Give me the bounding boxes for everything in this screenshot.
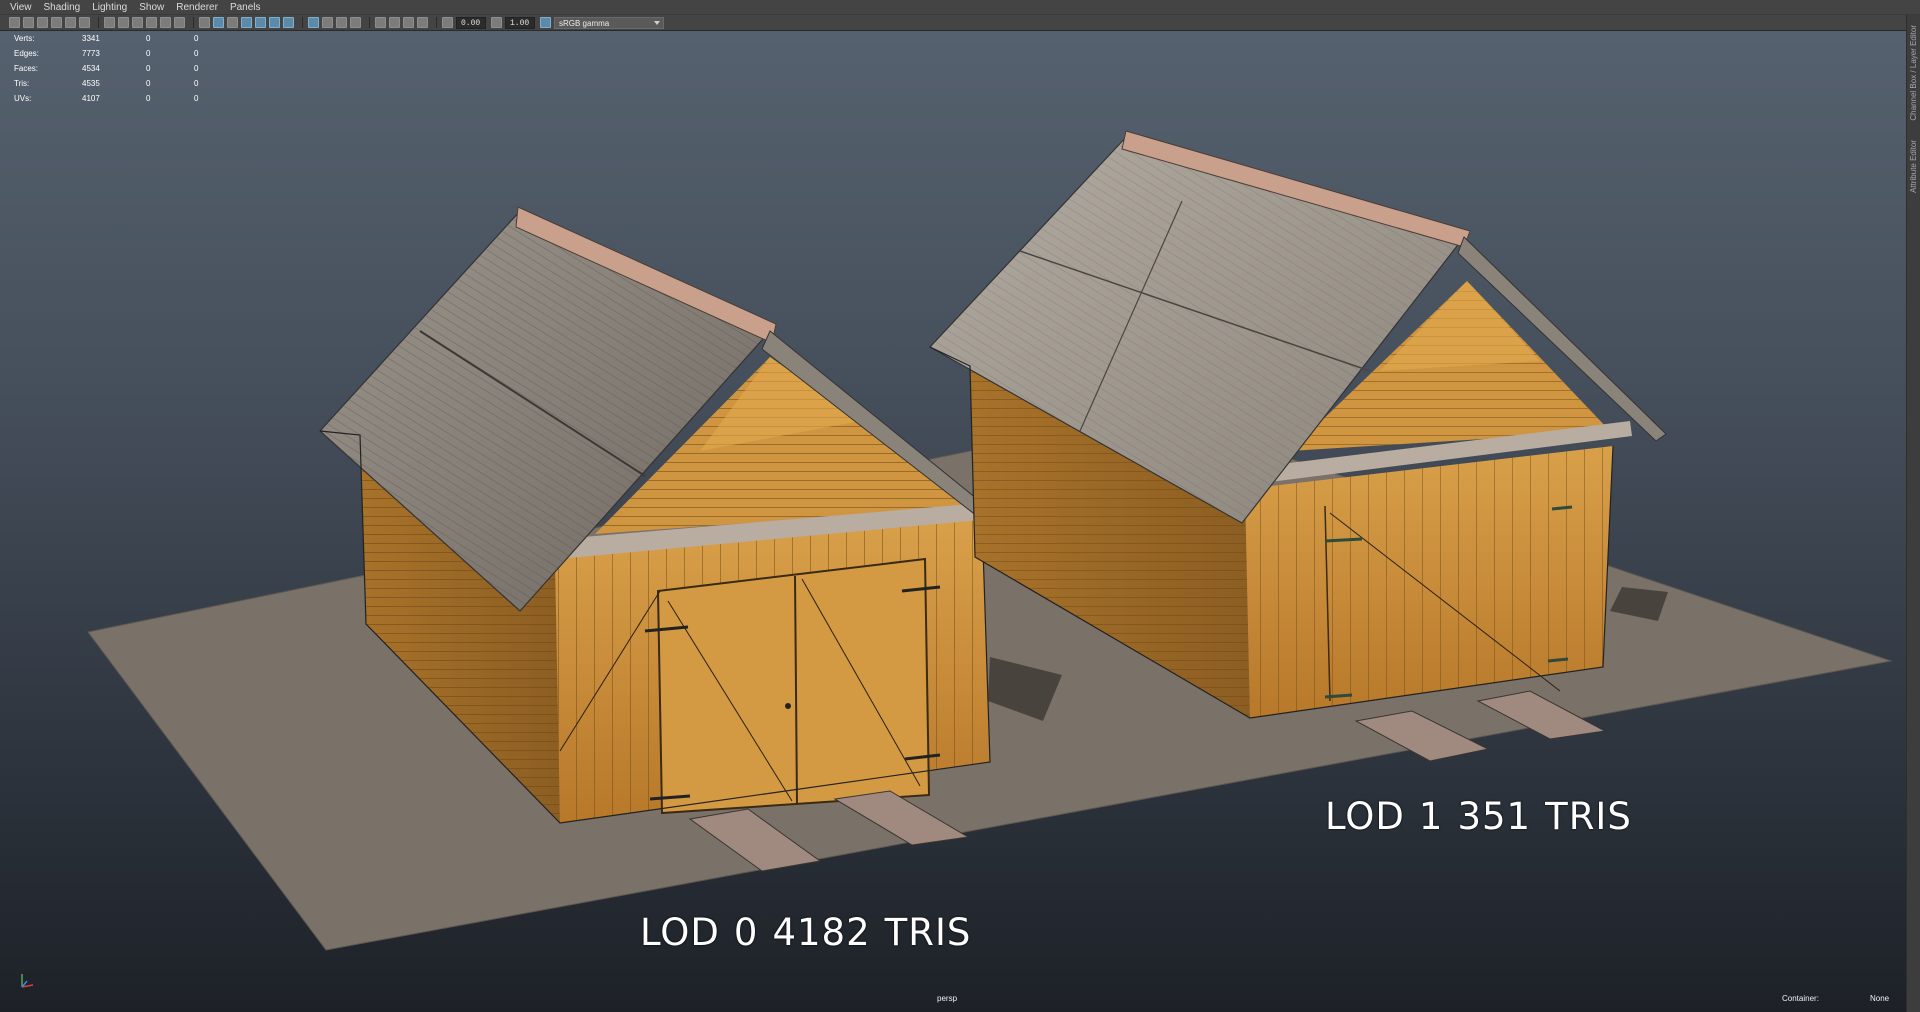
lod0-label: LOD 0 4182 TRIS xyxy=(640,911,985,954)
lod1-level: 1 xyxy=(1418,795,1444,838)
side-panel-strip[interactable]: Channel Box / Layer Editor Attribute Edi… xyxy=(1906,15,1920,1012)
gamma-field[interactable]: 1.00 xyxy=(505,16,535,29)
menu-bar: View Shading Lighting Show Renderer Pane… xyxy=(0,0,1920,15)
menu-panels[interactable]: Panels xyxy=(230,0,261,15)
hud-label: Verts: xyxy=(14,34,35,43)
hud-value: 0 xyxy=(194,49,199,58)
hud-value: 0 xyxy=(194,64,199,73)
hud-value: 0 xyxy=(194,79,199,88)
toolbar-divider xyxy=(302,17,303,28)
lod1-label: LOD 1 351 TRIS xyxy=(1325,795,1646,838)
safe-action-icon[interactable] xyxy=(174,17,185,28)
wireframe-icon[interactable] xyxy=(199,17,210,28)
hud-value: 4107 xyxy=(82,94,100,103)
ambient-occlusion-icon[interactable] xyxy=(308,17,319,28)
hud-label: Faces: xyxy=(14,64,39,73)
container-value: None xyxy=(1870,994,1890,1003)
textured-icon[interactable] xyxy=(255,17,266,28)
view-transform-value: sRGB gamma xyxy=(559,18,610,28)
field-chart-icon[interactable] xyxy=(160,17,171,28)
hud-value: 0 xyxy=(146,79,151,88)
view-transform-dropdown[interactable]: sRGB gamma xyxy=(554,16,664,29)
hud-value: 0 xyxy=(146,94,151,103)
hud-value: 0 xyxy=(194,34,199,43)
lod0-word: LOD xyxy=(640,911,720,954)
wireframe-on-shaded-icon[interactable] xyxy=(241,17,252,28)
hud-row-faces: Faces: 4534 0 0 xyxy=(14,61,214,76)
lod0-tris-count: 4182 xyxy=(772,911,871,954)
exposure-field[interactable]: 0.00 xyxy=(456,16,486,29)
lod1-word: LOD xyxy=(1325,795,1405,838)
depth-of-field-icon[interactable] xyxy=(350,17,361,28)
gamma-icon[interactable] xyxy=(491,17,502,28)
attribute-editor-tab[interactable]: Attribute Editor xyxy=(1909,140,1919,193)
hud-label: UVs: xyxy=(14,94,32,103)
toolbar-divider xyxy=(193,17,194,28)
menu-show[interactable]: Show xyxy=(139,0,164,15)
xray-components-icon[interactable] xyxy=(417,17,428,28)
smooth-shade-icon[interactable] xyxy=(213,17,224,28)
toolbar-divider xyxy=(369,17,370,28)
hud-value: 7773 xyxy=(82,49,100,58)
use-all-lights-icon[interactable] xyxy=(269,17,280,28)
camera-attributes-icon[interactable] xyxy=(23,17,34,28)
grease-pencil-icon[interactable] xyxy=(79,17,90,28)
hud-row-edges: Edges: 7773 0 0 xyxy=(14,46,214,61)
channel-box-tab[interactable]: Channel Box / Layer Editor xyxy=(1909,25,1919,121)
hud-value: 0 xyxy=(146,49,151,58)
hud-value: 0 xyxy=(146,64,151,73)
color-management-icon[interactable] xyxy=(540,17,551,28)
isolate-select-icon[interactable] xyxy=(375,17,386,28)
film-gate-icon[interactable] xyxy=(118,17,129,28)
bookmark-icon[interactable] xyxy=(37,17,48,28)
camera-name: persp xyxy=(937,994,958,1003)
lod1-tris-word: TRIS xyxy=(1545,795,1632,838)
xray-joints-icon[interactable] xyxy=(403,17,414,28)
poly-count-hud: Verts: 3341 0 0 Edges: 7773 0 0 Faces: 4… xyxy=(14,31,214,106)
lod0-tris-word: TRIS xyxy=(884,911,972,954)
hud-value: 4535 xyxy=(82,79,100,88)
2d-pan-zoom-icon[interactable] xyxy=(65,17,76,28)
container-label: Container: xyxy=(1782,994,1819,1003)
exposure-icon[interactable] xyxy=(442,17,453,28)
resolution-gate-icon[interactable] xyxy=(132,17,143,28)
hud-label: Tris: xyxy=(14,79,30,88)
lod0-level: 0 xyxy=(733,911,759,954)
viewport-toolbar: 0.00 1.00 sRGB gamma xyxy=(0,15,1920,31)
xray-icon[interactable] xyxy=(389,17,400,28)
default-material-icon[interactable] xyxy=(227,17,238,28)
scene-render xyxy=(87,130,1893,951)
axis-gizmo-icon xyxy=(21,974,34,988)
menu-lighting[interactable]: Lighting xyxy=(92,0,127,15)
motion-blur-icon[interactable] xyxy=(322,17,333,28)
hud-value: 4534 xyxy=(82,64,100,73)
menu-renderer[interactable]: Renderer xyxy=(176,0,218,15)
shadows-icon[interactable] xyxy=(283,17,294,28)
hud-label: Edges: xyxy=(14,49,39,58)
gate-mask-icon[interactable] xyxy=(146,17,157,28)
3d-viewport[interactable]: Verts: 3341 0 0 Edges: 7773 0 0 Faces: 4… xyxy=(0,31,1906,1012)
toolbar-divider xyxy=(436,17,437,28)
grid-icon[interactable] xyxy=(104,17,115,28)
anti-aliasing-icon[interactable] xyxy=(336,17,347,28)
hud-row-uvs: UVs: 4107 0 0 xyxy=(14,91,214,106)
hud-row-tris: Tris: 4535 0 0 xyxy=(14,76,214,91)
hud-value: 0 xyxy=(194,94,199,103)
lod1-tris-count: 351 xyxy=(1457,795,1532,838)
menu-shading[interactable]: Shading xyxy=(44,0,81,15)
hud-value: 3341 xyxy=(82,34,100,43)
chevron-down-icon xyxy=(654,20,660,25)
select-camera-icon[interactable] xyxy=(9,17,20,28)
toolbar-divider xyxy=(98,17,99,28)
hud-row-verts: Verts: 3341 0 0 xyxy=(14,31,214,46)
image-plane-icon[interactable] xyxy=(51,17,62,28)
hud-value: 0 xyxy=(146,34,151,43)
menu-view[interactable]: View xyxy=(10,0,32,15)
